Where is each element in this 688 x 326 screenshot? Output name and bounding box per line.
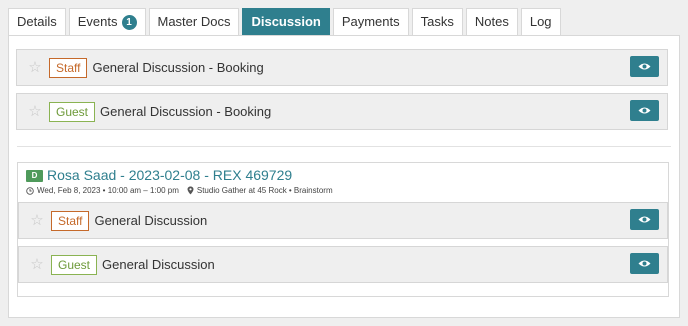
tab-label: Discussion [251, 14, 321, 29]
view-thread-button[interactable] [630, 253, 659, 274]
discussion-panel: ☆ Staff General Discussion - Booking ☆ G… [8, 35, 680, 318]
event-location: Studio Gather at 45 Rock • Brainstorm [196, 186, 333, 195]
tab-discussion[interactable]: Discussion [242, 8, 330, 35]
view-thread-button[interactable] [630, 209, 659, 230]
event-meta: Wed, Feb 8, 2023 • 10:00 am – 1:00 pm St… [26, 186, 333, 195]
thread-title: General Discussion [102, 257, 215, 272]
guest-tag: Guest [49, 101, 96, 122]
tab-log[interactable]: Log [520, 8, 561, 35]
event-status-badge: D [26, 170, 43, 182]
star-outline-icon[interactable]: ☆ [29, 256, 45, 273]
event-datetime: Wed, Feb 8, 2023 • 10:00 am – 1:00 pm [37, 186, 179, 195]
event-title-link[interactable]: Rosa Saad - 2023-02-08 - REX 469729 [47, 167, 292, 183]
eye-icon [638, 107, 651, 114]
staff-tag: Staff [51, 210, 90, 231]
eye-icon [638, 63, 651, 70]
event-section: D Rosa Saad - 2023-02-08 - REX 469729 We… [17, 162, 669, 297]
tab-label: Notes [474, 14, 509, 29]
star-outline-icon[interactable]: ☆ [29, 212, 45, 229]
map-pin-icon [187, 186, 194, 195]
star-outline-icon[interactable]: ☆ [27, 59, 43, 76]
tab-details[interactable]: Details [8, 8, 66, 35]
tab-master-docs[interactable]: Master Docs [148, 8, 240, 35]
tab-tasks[interactable]: Tasks [411, 8, 463, 35]
thread-row[interactable]: ☆ Guest General Discussion [18, 246, 668, 283]
tab-label: Tasks [420, 14, 454, 29]
tab-label: Master Docs [157, 14, 231, 29]
events-count-badge: 1 [121, 14, 137, 30]
thread-row[interactable]: ☆ Staff General Discussion - Booking [16, 49, 668, 86]
tab-label: Log [529, 14, 552, 29]
eye-icon [638, 216, 651, 223]
tab-bar: Details Events 1 Master Docs Discussion P… [8, 8, 564, 35]
thread-title: General Discussion [94, 213, 208, 228]
staff-tag: Staff [49, 57, 88, 78]
section-divider [17, 146, 671, 147]
view-thread-button[interactable] [630, 56, 659, 77]
eye-icon [638, 260, 651, 267]
thread-title: General Discussion - Booking [100, 104, 272, 119]
thread-row[interactable]: ☆ Guest General Discussion - Booking [16, 93, 668, 130]
clock-icon [26, 186, 34, 195]
thread-row[interactable]: ☆ Staff General Discussion [18, 202, 668, 239]
guest-tag: Guest [51, 254, 98, 275]
star-outline-icon[interactable]: ☆ [27, 103, 43, 120]
tab-label: Events [77, 14, 118, 29]
thread-title: General Discussion - Booking [92, 60, 264, 75]
tab-label: Details [17, 14, 57, 29]
view-thread-button[interactable] [630, 100, 659, 121]
tab-label: Payments [341, 14, 400, 29]
tab-notes[interactable]: Notes [465, 8, 518, 35]
tab-payments[interactable]: Payments [332, 8, 409, 35]
tab-events[interactable]: Events 1 [68, 8, 146, 35]
